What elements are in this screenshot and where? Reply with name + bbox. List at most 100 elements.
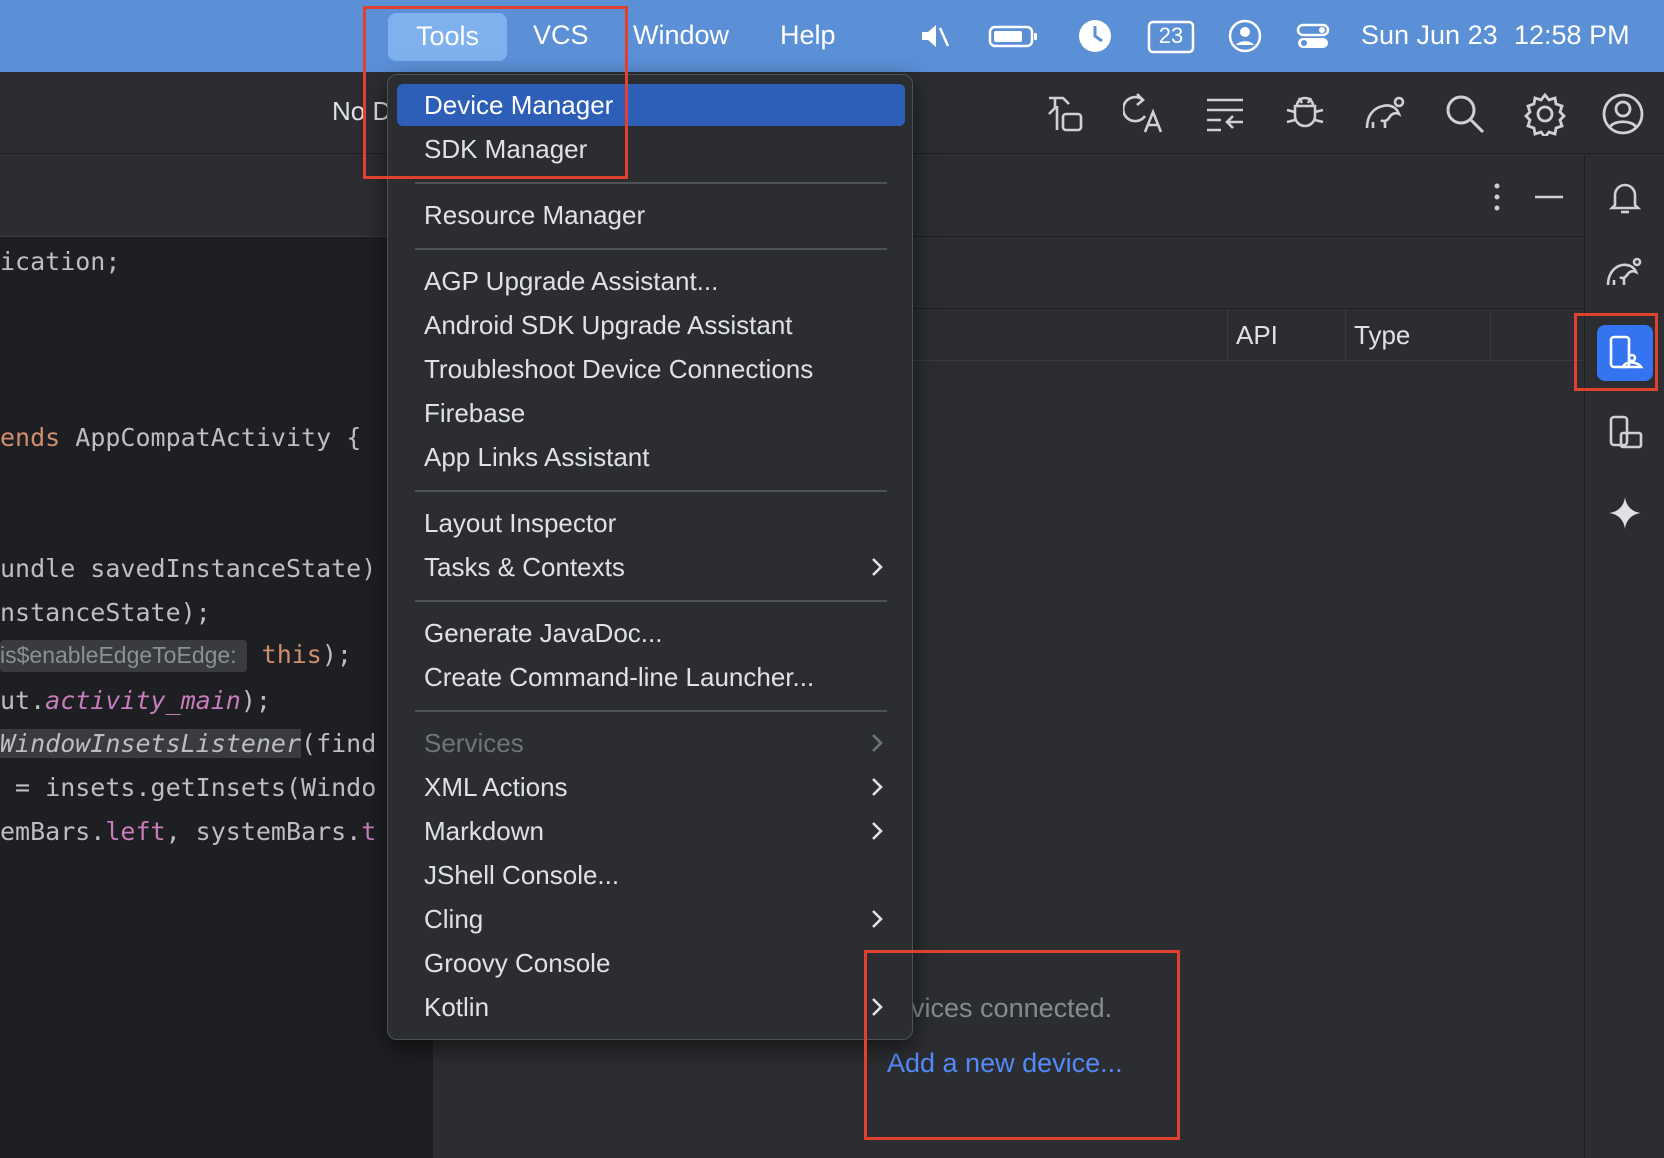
code-line-4: nstanceState); <box>0 598 211 627</box>
running-devices-icon[interactable] <box>1597 405 1653 461</box>
menu-item-label: Generate JavaDoc... <box>424 618 663 648</box>
menu-item-markdown[interactable]: Markdown <box>397 810 905 852</box>
code-method: WindowInsetsListener <box>0 729 302 758</box>
calendar-badge-number: 23 <box>1158 23 1184 48</box>
code-line-7: WindowInsetsListener(find <box>0 729 376 758</box>
debug-icon[interactable] <box>1283 92 1327 136</box>
code-text: ); <box>240 686 271 715</box>
user-account-icon[interactable] <box>1227 18 1263 54</box>
gemini-sparkle-icon[interactable] <box>1597 485 1653 541</box>
code-keyword: this <box>261 640 322 669</box>
code-text: ut. <box>0 686 46 715</box>
menu-help[interactable]: Help <box>752 0 864 72</box>
code-field: t <box>361 817 377 846</box>
gradle-icon[interactable] <box>1363 92 1407 136</box>
menu-item-label: Markdown <box>424 816 544 846</box>
menu-separator <box>415 182 887 184</box>
code-keyword: ends <box>0 423 61 452</box>
code-line-3: undle savedInstanceState) <box>0 554 377 583</box>
menu-item-label: Cling <box>424 904 484 934</box>
menu-item-xml-actions[interactable]: XML Actions <box>397 766 905 808</box>
code-field: activity_main <box>45 686 241 715</box>
menu-separator <box>415 710 887 712</box>
annotation-highlight-device-manager-icon <box>1574 313 1658 391</box>
settings-icon[interactable] <box>1523 92 1567 136</box>
menu-item-label: Kotlin <box>424 992 490 1022</box>
code-text: ); <box>321 640 352 669</box>
menu-item-label: Create Command-line Launcher... <box>424 662 815 692</box>
column-header-extra <box>1490 309 1585 361</box>
translate-icon[interactable] <box>1123 92 1167 136</box>
chevron-right-icon <box>865 731 889 755</box>
column-header-api[interactable]: API <box>1227 309 1345 361</box>
battery-icon[interactable] <box>988 18 1040 54</box>
menubar-time[interactable]: 12:58 PM <box>1514 0 1630 72</box>
account-icon[interactable] <box>1601 92 1645 136</box>
chevron-right-icon <box>865 555 889 579</box>
mute-icon[interactable] <box>916 18 952 54</box>
menu-item-label: Tasks & Contexts <box>424 552 625 582</box>
gradle-icon[interactable] <box>1597 245 1653 301</box>
parameter-hint: is$enableEdgeToEdge: <box>0 640 247 672</box>
code-line-6: ut.activity_main); <box>0 686 271 715</box>
menu-item-troubleshoot-device-connections[interactable]: Troubleshoot Device Connections <box>397 348 905 390</box>
menu-separator <box>415 600 887 602</box>
build-icon[interactable] <box>1043 92 1087 136</box>
menu-item-cling[interactable]: Cling <box>397 898 905 940</box>
macos-menu-bar: Tools VCS Window Help 23 Sun Jun 23 12:5… <box>0 0 1664 72</box>
menu-item-label: Layout Inspector <box>424 508 617 538</box>
annotation-highlight-add-device <box>864 950 1180 1140</box>
menu-item-label: Groovy Console <box>424 948 611 978</box>
logcat-icon[interactable] <box>1203 92 1247 136</box>
minimize-icon[interactable] <box>1529 177 1569 217</box>
menu-item-label: Troubleshoot Device Connections <box>424 354 814 384</box>
menu-separator <box>415 490 887 492</box>
calendar-badge-icon[interactable]: 23 <box>1147 18 1195 54</box>
menu-item-groovy-console[interactable]: Groovy Console <box>397 942 905 984</box>
code-line-1: ication; <box>0 247 121 276</box>
menu-item-label: Firebase <box>424 398 526 428</box>
code-text: , systemBars. <box>165 817 362 846</box>
more-options-icon[interactable] <box>1477 177 1517 217</box>
annotation-highlight-tools-menu <box>363 6 628 179</box>
focus-clock-icon[interactable] <box>1077 18 1113 54</box>
chevron-right-icon <box>865 819 889 843</box>
control-center-icon[interactable] <box>1295 18 1331 54</box>
menu-item-services: Services <box>397 722 905 764</box>
tools-dropdown-menu: Device Manager SDK Manager Resource Mana… <box>387 74 913 1040</box>
menu-item-resource-manager[interactable]: Resource Manager <box>397 194 905 236</box>
right-tool-window-bar <box>1584 155 1664 1158</box>
menubar-date[interactable]: Sun Jun 23 <box>1361 0 1498 72</box>
menu-item-kotlin[interactable]: Kotlin <box>397 986 905 1028</box>
code-field: left <box>105 817 166 846</box>
code-editor[interactable]: ication; ends AppCompatActivity { undle … <box>0 155 432 1158</box>
menu-item-jshell-console[interactable]: JShell Console... <box>397 854 905 896</box>
menu-item-label: AGP Upgrade Assistant... <box>424 266 719 296</box>
menu-item-label: JShell Console... <box>424 860 620 890</box>
notifications-icon[interactable] <box>1597 169 1653 225</box>
menu-item-firebase[interactable]: Firebase <box>397 392 905 434</box>
chevron-right-icon <box>865 775 889 799</box>
menu-item-layout-inspector[interactable]: Layout Inspector <box>397 502 905 544</box>
menu-item-app-links-assistant[interactable]: App Links Assistant <box>397 436 905 478</box>
code-line-5: is$enableEdgeToEdge: this); <box>0 640 352 672</box>
chevron-right-icon <box>865 907 889 931</box>
code-text: AppCompatActivity { <box>60 423 362 452</box>
code-line-8: = insets.getInsets(Windo <box>0 773 377 802</box>
menu-item-generate-javadoc[interactable]: Generate JavaDoc... <box>397 612 905 654</box>
code-text: (find <box>301 729 377 758</box>
search-icon[interactable] <box>1443 92 1487 136</box>
menu-item-agp-upgrade-assistant[interactable]: AGP Upgrade Assistant... <box>397 260 905 302</box>
column-header-type[interactable]: Type <box>1345 309 1490 361</box>
menu-item-label: Services <box>424 728 524 758</box>
code-line-2: ends AppCompatActivity { <box>0 423 361 452</box>
code-text: emBars. <box>0 817 106 846</box>
menu-separator <box>415 248 887 250</box>
menu-item-label: Resource Manager <box>424 200 646 230</box>
menu-item-label: Android SDK Upgrade Assistant <box>424 310 793 340</box>
menu-item-android-sdk-upgrade-assistant[interactable]: Android SDK Upgrade Assistant <box>397 304 905 346</box>
menu-item-label: XML Actions <box>424 772 568 802</box>
menu-item-label: App Links Assistant <box>424 442 650 472</box>
menu-item-tasks-contexts[interactable]: Tasks & Contexts <box>397 546 905 588</box>
menu-item-create-command-line-launcher[interactable]: Create Command-line Launcher... <box>397 656 905 698</box>
